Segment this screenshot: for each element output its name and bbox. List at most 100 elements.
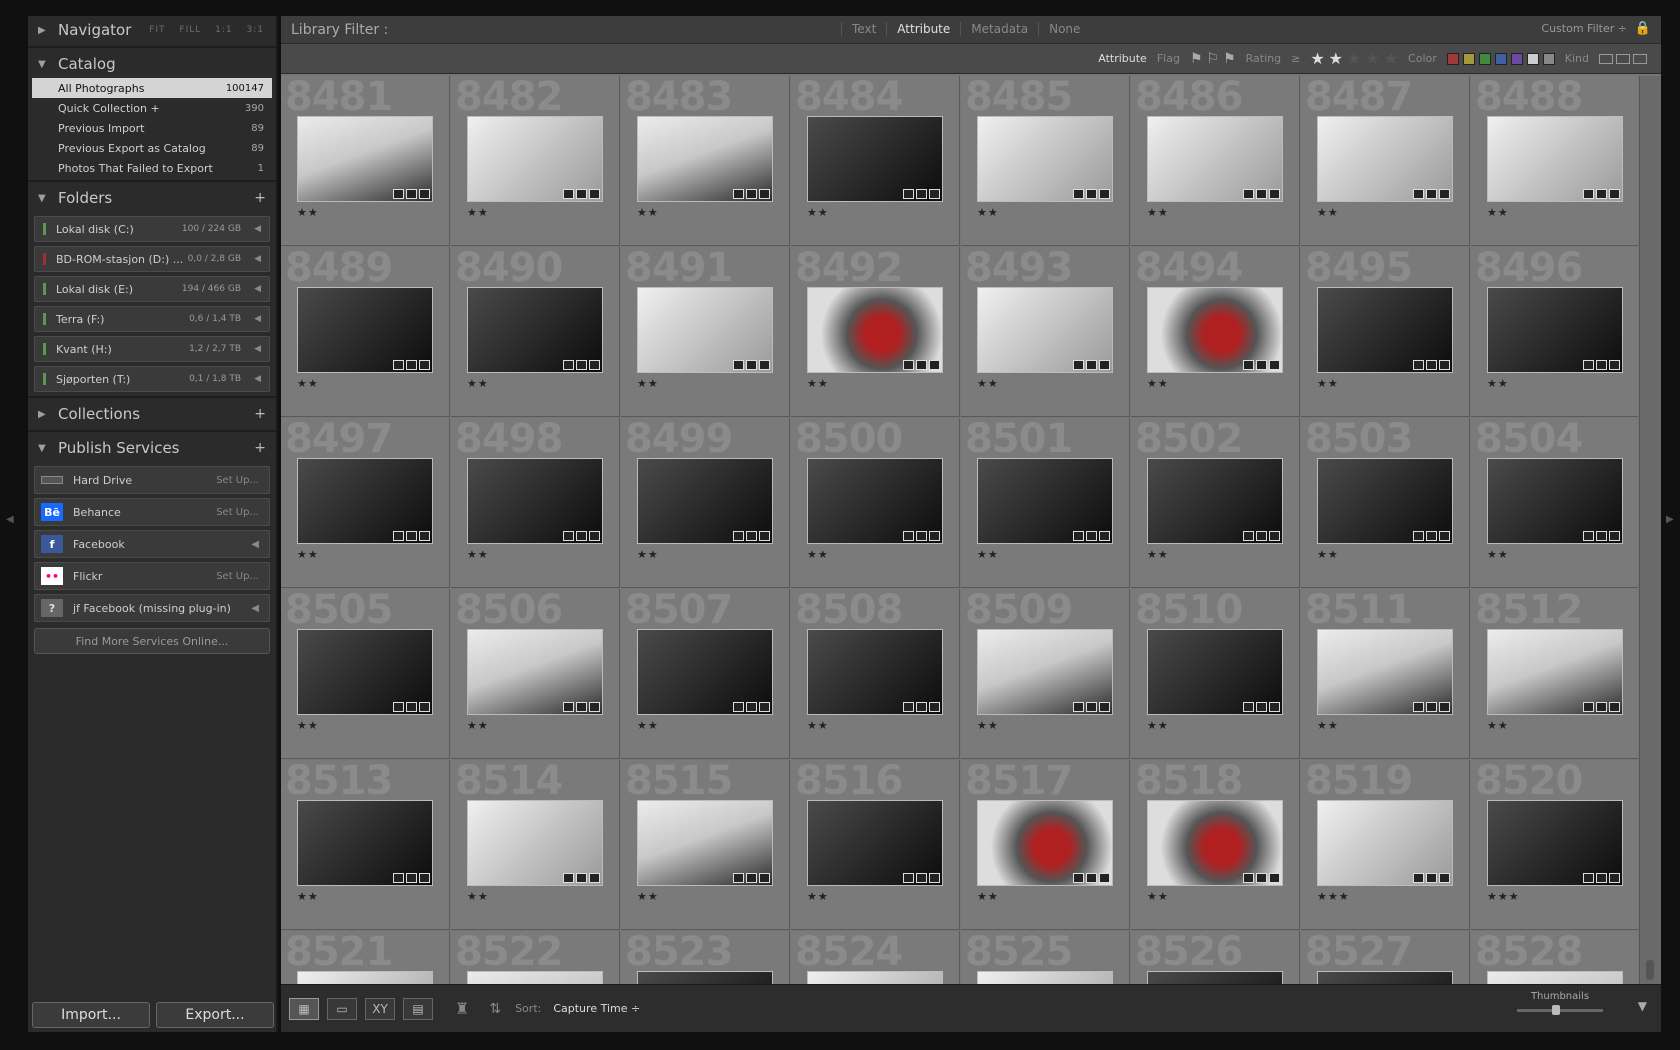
develop-badge-icon[interactable]	[1269, 873, 1280, 883]
photo-thumbnail[interactable]	[637, 458, 773, 544]
grid-cell[interactable]: 8495 ★★	[1301, 247, 1470, 417]
color-label-swatch[interactable]	[1542, 52, 1555, 65]
cell-star-rating[interactable]: ★★	[1487, 719, 1509, 732]
photo-thumbnail[interactable]	[807, 971, 943, 984]
keyword-badge-icon[interactable]	[733, 360, 744, 370]
crop-badge-icon[interactable]	[406, 360, 417, 370]
photo-thumbnail[interactable]	[1487, 116, 1623, 202]
photo-thumbnail[interactable]	[1147, 116, 1283, 202]
keyword-badge-icon[interactable]	[563, 360, 574, 370]
flag-unflagged-icon[interactable]: ⚐	[1207, 51, 1220, 67]
service-arrow-icon[interactable]: ◀	[251, 539, 259, 550]
cell-star-rating[interactable]: ★★	[807, 890, 829, 903]
develop-badge-icon[interactable]	[1269, 360, 1280, 370]
grid-cell[interactable]: 8503 ★★	[1301, 418, 1470, 588]
crop-badge-icon[interactable]	[746, 360, 757, 370]
sort-direction-icon[interactable]: ⇅	[489, 1001, 501, 1017]
crop-badge-icon[interactable]	[746, 702, 757, 712]
photo-thumbnail[interactable]	[1317, 116, 1453, 202]
catalog-item[interactable]: All Photographs 100147	[32, 78, 272, 98]
color-label-swatch[interactable]	[1478, 52, 1491, 65]
develop-badge-icon[interactable]	[1099, 531, 1110, 541]
tab-text[interactable]: Text	[841, 22, 886, 36]
grid-cell[interactable]: 8513 ★★	[281, 760, 450, 930]
grid-cell[interactable]: 8482 ★★	[451, 76, 620, 246]
tab-metadata[interactable]: Metadata	[960, 22, 1038, 36]
crop-badge-icon[interactable]	[1596, 189, 1607, 199]
grid-cell[interactable]: 8494 ★★	[1131, 247, 1300, 417]
custom-filter-dropdown[interactable]: Custom Filter ÷	[1541, 22, 1627, 35]
folder-arrow-icon[interactable]: ◀	[254, 284, 261, 294]
cell-star-rating[interactable]: ★★	[297, 719, 319, 732]
crop-badge-icon[interactable]	[1256, 531, 1267, 541]
grid-cell[interactable]: 8502 ★★	[1131, 418, 1300, 588]
grid-cell[interactable]: 8498 ★★	[451, 418, 620, 588]
grid-cell[interactable]: 8521	[281, 931, 450, 984]
develop-badge-icon[interactable]	[589, 189, 600, 199]
crop-badge-icon[interactable]	[746, 531, 757, 541]
grid-cell[interactable]: 8508 ★★	[791, 589, 960, 759]
publish-service-item[interactable]: Bē Behance Set Up...	[34, 498, 270, 526]
develop-badge-icon[interactable]	[1269, 702, 1280, 712]
crop-badge-icon[interactable]	[576, 702, 587, 712]
grid-cell[interactable]: 8485 ★★	[961, 76, 1130, 246]
photo-thumbnail[interactable]	[1317, 629, 1453, 715]
keyword-badge-icon[interactable]	[733, 189, 744, 199]
cell-star-rating[interactable]: ★★	[297, 377, 319, 390]
photo-thumbnail[interactable]	[1487, 287, 1623, 373]
cell-star-rating[interactable]: ★★	[467, 890, 489, 903]
setup-link[interactable]: Set Up...	[216, 571, 259, 582]
cell-star-rating[interactable]: ★★	[637, 548, 659, 561]
develop-badge-icon[interactable]	[419, 702, 430, 712]
crop-badge-icon[interactable]	[576, 360, 587, 370]
cell-star-rating[interactable]: ★★	[807, 548, 829, 561]
flag-rejected-icon[interactable]: ⚑	[1223, 51, 1236, 67]
grid-cell[interactable]: 8497 ★★	[281, 418, 450, 588]
cell-star-rating[interactable]: ★★	[977, 719, 999, 732]
grid-cell[interactable]: 8507 ★★	[621, 589, 790, 759]
grid-cell[interactable]: 8517 ★★	[961, 760, 1130, 930]
color-label-swatch[interactable]	[1510, 52, 1523, 65]
grid-cell[interactable]: 8488 ★★	[1471, 76, 1638, 246]
cell-star-rating[interactable]: ★★	[637, 206, 659, 219]
grid-cell[interactable]: 8489 ★★	[281, 247, 450, 417]
flag-pick-icon[interactable]: ⚑	[1190, 51, 1203, 67]
keyword-badge-icon[interactable]	[1413, 873, 1424, 883]
keyword-badge-icon[interactable]	[563, 702, 574, 712]
zoom-3-1[interactable]: 3:1	[247, 25, 264, 35]
develop-badge-icon[interactable]	[1609, 531, 1620, 541]
zoom-1-1[interactable]: 1:1	[215, 25, 232, 35]
folders-header[interactable]: ▼ Folders +	[28, 184, 276, 212]
develop-badge-icon[interactable]	[1439, 873, 1450, 883]
folder-item[interactable]: Kvant (H:) 1,2 / 2,7 TB ◀	[34, 336, 270, 362]
develop-badge-icon[interactable]	[419, 873, 430, 883]
develop-badge-icon[interactable]	[1609, 873, 1620, 883]
grid-cell[interactable]: 8509 ★★	[961, 589, 1130, 759]
develop-badge-icon[interactable]	[1099, 873, 1110, 883]
crop-badge-icon[interactable]	[916, 873, 927, 883]
cell-star-rating[interactable]: ★★	[1147, 206, 1169, 219]
keyword-badge-icon[interactable]	[1243, 189, 1254, 199]
photo-thumbnail[interactable]	[637, 287, 773, 373]
keyword-badge-icon[interactable]	[563, 531, 574, 541]
photo-thumbnail[interactable]	[1317, 971, 1453, 984]
cell-star-rating[interactable]: ★★	[977, 377, 999, 390]
publish-services-header[interactable]: ▼ Publish Services +	[28, 434, 276, 462]
keyword-badge-icon[interactable]	[1073, 531, 1084, 541]
crop-badge-icon[interactable]	[1426, 702, 1437, 712]
cell-star-rating[interactable]: ★★	[1487, 548, 1509, 561]
crop-badge-icon[interactable]	[1426, 531, 1437, 541]
photo-thumbnail[interactable]	[977, 116, 1113, 202]
keyword-badge-icon[interactable]	[903, 702, 914, 712]
cell-star-rating[interactable]: ★★	[1317, 719, 1339, 732]
photo-thumbnail[interactable]	[297, 116, 433, 202]
publish-service-item[interactable]: •• Flickr Set Up...	[34, 562, 270, 590]
develop-badge-icon[interactable]	[419, 531, 430, 541]
keyword-badge-icon[interactable]	[1073, 873, 1084, 883]
develop-badge-icon[interactable]	[1609, 360, 1620, 370]
develop-badge-icon[interactable]	[759, 360, 770, 370]
cell-star-rating[interactable]: ★★	[807, 206, 829, 219]
develop-badge-icon[interactable]	[419, 360, 430, 370]
crop-badge-icon[interactable]	[406, 702, 417, 712]
photo-thumbnail[interactable]	[807, 287, 943, 373]
